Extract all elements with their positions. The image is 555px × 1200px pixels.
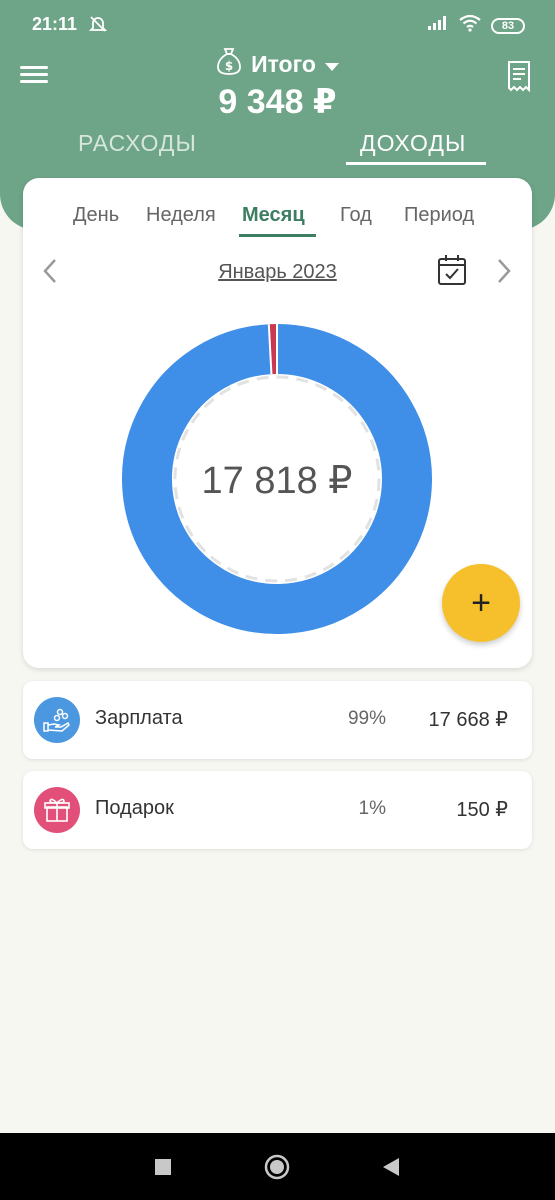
tab-day[interactable]: День (73, 204, 119, 227)
svg-text:$: $ (225, 59, 233, 73)
chart-total: 17 818 ₽ (201, 460, 353, 502)
category-percent: 99% (347, 708, 386, 729)
category-row[interactable]: Подарок 1% 150 ₽ (23, 771, 532, 849)
tab-income[interactable]: ДОХОДЫ (360, 130, 466, 157)
chart-card: День Неделя Месяц Год Период Январь 2023… (23, 178, 532, 668)
category-row[interactable]: Зарплата 99% 17 668 ₽ (23, 681, 532, 759)
period-tabs: День Неделя Месяц Год Период (23, 204, 532, 238)
category-name: Подарок (95, 797, 174, 819)
account-label: Итого (251, 50, 316, 77)
home-icon[interactable] (264, 1154, 290, 1180)
chevron-right-icon[interactable] (495, 258, 513, 284)
category-percent: 1% (358, 798, 386, 819)
back-icon[interactable] (382, 1157, 400, 1177)
status-bar: 21:11 83 (0, 0, 555, 48)
status-time: 21:11 (32, 14, 78, 34)
recents-icon[interactable] (154, 1158, 172, 1176)
total-balance: 9 348 ₽ (218, 83, 337, 121)
calendar-check-icon[interactable] (437, 254, 467, 286)
receipt-icon[interactable] (507, 60, 531, 92)
bell-muted-icon (88, 14, 108, 39)
wifi-icon (459, 14, 481, 37)
system-nav-bar (0, 1133, 555, 1200)
battery-icon: 83 (491, 17, 525, 34)
tab-expenses[interactable]: РАСХОДЫ (78, 130, 197, 157)
tab-custom-period[interactable]: Период (404, 204, 474, 227)
tab-year[interactable]: Год (340, 204, 372, 227)
account-selector[interactable]: $ Итого (0, 46, 555, 82)
tab-week[interactable]: Неделя (146, 204, 216, 227)
money-bag-icon: $ (215, 46, 243, 82)
tab-month[interactable]: Месяц (242, 204, 305, 227)
tab-month-indicator (239, 234, 316, 237)
add-income-button[interactable]: + (442, 564, 520, 642)
gift-icon (34, 787, 80, 833)
tab-income-indicator (346, 162, 486, 165)
chevron-down-icon (324, 51, 340, 78)
salary-hand-coins-icon (34, 697, 80, 743)
category-amount: 150 ₽ (456, 799, 508, 821)
category-name: Зарплата (95, 707, 183, 729)
signal-icon (427, 15, 449, 36)
category-amount: 17 668 ₽ (428, 709, 508, 731)
